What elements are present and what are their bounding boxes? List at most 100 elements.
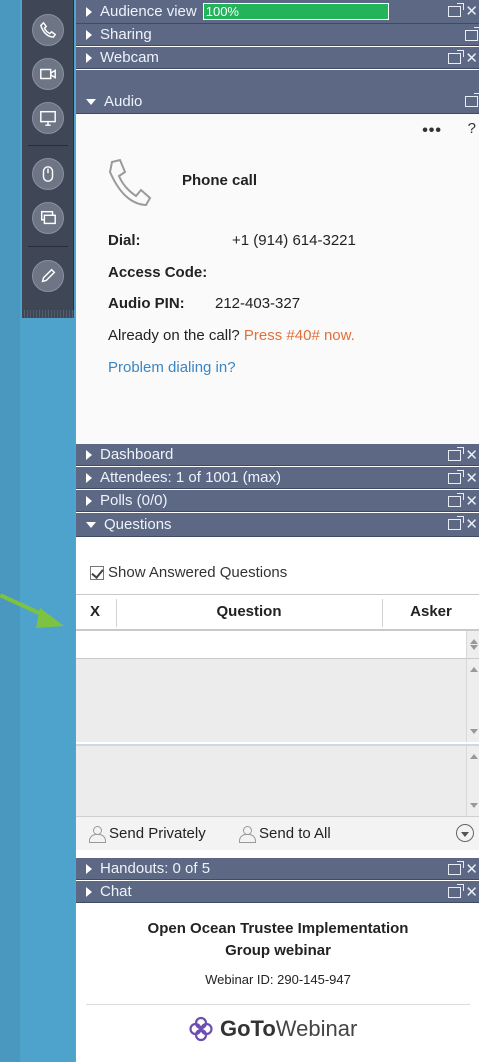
close-icon[interactable]: ✕ [465,494,478,509]
phone-icon [39,21,57,38]
show-answered-checkbox[interactable]: Show Answered Questions [90,564,287,581]
webcam-toolbar-button[interactable] [32,58,64,90]
help-button[interactable]: ? [468,120,476,137]
column-divider [116,599,117,627]
popout-icon[interactable] [465,26,479,41]
expand-arrow-icon [86,29,92,40]
expand-arrow-icon [86,472,92,483]
audio-pin-label: Audio PIN: [108,295,185,312]
header-label: Sharing [100,25,152,43]
audio-pin-value: 212-403-327 [215,295,301,312]
pen-icon [41,268,56,283]
question-detail-box[interactable] [76,658,479,742]
flower-logo-icon [189,1016,213,1042]
screen-toolbar-button[interactable] [32,102,64,134]
close-icon[interactable]: ✕ [465,517,478,532]
questions-list[interactable] [76,630,479,658]
toolbar-divider [28,145,68,146]
access-code-label: Access Code: [108,264,208,281]
expand-arrow-icon [86,863,92,874]
send-privately-label: Send Privately [109,825,206,842]
close-icon[interactable]: ✕ [465,4,478,19]
column-x[interactable]: X [84,595,106,629]
popout-icon[interactable] [448,492,465,507]
camera-icon [40,68,56,80]
close-icon[interactable]: ✕ [465,448,478,463]
header-label: Handouts: 0 of 5 [100,859,211,877]
phone-toolbar-button[interactable] [32,14,64,46]
problem-dialing-link[interactable]: Problem dialing in? [108,359,236,376]
webinar-title-line1: Open Ocean Trustee Implementation [147,920,409,937]
header-polls[interactable]: Polls (0/0) ✕ [76,490,479,512]
collapse-arrow-icon [86,98,96,105]
toolbar-grip[interactable] [22,310,74,318]
footer-divider [86,1004,470,1005]
popout-icon[interactable] [448,883,465,898]
screens-toolbar-button[interactable] [32,202,64,234]
header-label: Audio [104,92,143,110]
header-dashboard[interactable]: Dashboard ✕ [76,444,479,466]
audience-view-progress: 100% [202,3,389,20]
header-label: Polls (0/0) [100,491,168,509]
collapse-arrow-icon [86,521,96,528]
mouse-toolbar-button[interactable] [32,158,64,190]
send-to-all-label: Send to All [259,825,331,842]
column-question[interactable]: Question [118,595,380,629]
gotowebinar-logo: GoToWebinar [188,1016,357,1042]
webinar-title: Open Ocean Trustee Implementation Group … [76,918,479,962]
progress-text: 100% [205,4,239,19]
popout-icon[interactable] [465,92,479,107]
close-icon[interactable]: ✕ [465,862,478,877]
answer-scrollbar[interactable] [466,746,479,816]
phone-call-title: Phone call [182,172,258,189]
popout-icon[interactable] [448,860,465,875]
webinar-id: Webinar ID: 290-145-947 [205,972,351,987]
more-options-button[interactable]: ••• [422,122,442,140]
expand-arrow-icon [86,6,92,17]
audio-pane: ••• ? Phone call Dial: +1 (914) 614-3221… [76,114,479,444]
header-audience-view[interactable]: Audience view 100% ✕ [76,0,479,24]
header-chat[interactable]: Chat ✕ [76,881,479,903]
popout-icon[interactable] [448,49,465,64]
webinar-title-line2: Group webinar [225,942,331,959]
control-panel: Audience view 100% ✕ Sharing Webcam ✕ Au… [75,0,479,1062]
questions-scrollbar[interactable] [466,631,479,658]
header-audio[interactable]: Audio [76,90,479,114]
header-label: Attendees: 1 of 1001 (max) [100,468,281,486]
expand-arrow-icon [86,52,92,63]
popout-icon[interactable] [448,446,465,461]
screen-icon [40,110,56,126]
header-questions[interactable]: Questions ✕ [76,513,479,537]
close-icon[interactable]: ✕ [465,885,478,900]
detail-scrollbar[interactable] [466,659,479,742]
expand-arrow-icon [86,886,92,897]
header-label: Webcam [100,48,159,66]
screens-icon [40,210,56,225]
send-privately-button[interactable]: Send Privately [88,825,206,843]
popout-icon[interactable] [448,2,465,17]
people-icon [238,825,256,843]
annotation-arrow-icon [0,594,64,628]
header-label: Questions [104,515,172,533]
close-icon[interactable]: ✕ [465,51,478,66]
dial-number: +1 (914) 614-3221 [232,232,356,249]
header-webcam[interactable]: Webcam ✕ [76,47,479,69]
header-sharing[interactable]: Sharing [76,24,479,46]
answer-input-box[interactable] [76,744,479,816]
checkbox-checked-icon[interactable] [90,565,104,580]
person-icon [88,825,106,843]
mouse-icon [42,166,54,182]
send-options-dropdown[interactable] [456,824,474,842]
popout-icon[interactable] [448,469,465,484]
questions-table-header: X Question Asker [76,594,479,630]
send-to-all-button[interactable]: Send to All [238,825,331,843]
draw-toolbar-button[interactable] [32,260,64,292]
column-asker[interactable]: Asker [384,595,478,629]
already-on-call-text: Already on the call? Press #40# now. [108,327,355,344]
popout-icon[interactable] [448,515,465,530]
header-attendees[interactable]: Attendees: 1 of 1001 (max) ✕ [76,467,479,489]
header-handouts[interactable]: Handouts: 0 of 5 ✕ [76,858,479,880]
close-icon[interactable]: ✕ [465,471,478,486]
desktop-background [0,0,20,1062]
header-label: Dashboard [100,445,174,463]
